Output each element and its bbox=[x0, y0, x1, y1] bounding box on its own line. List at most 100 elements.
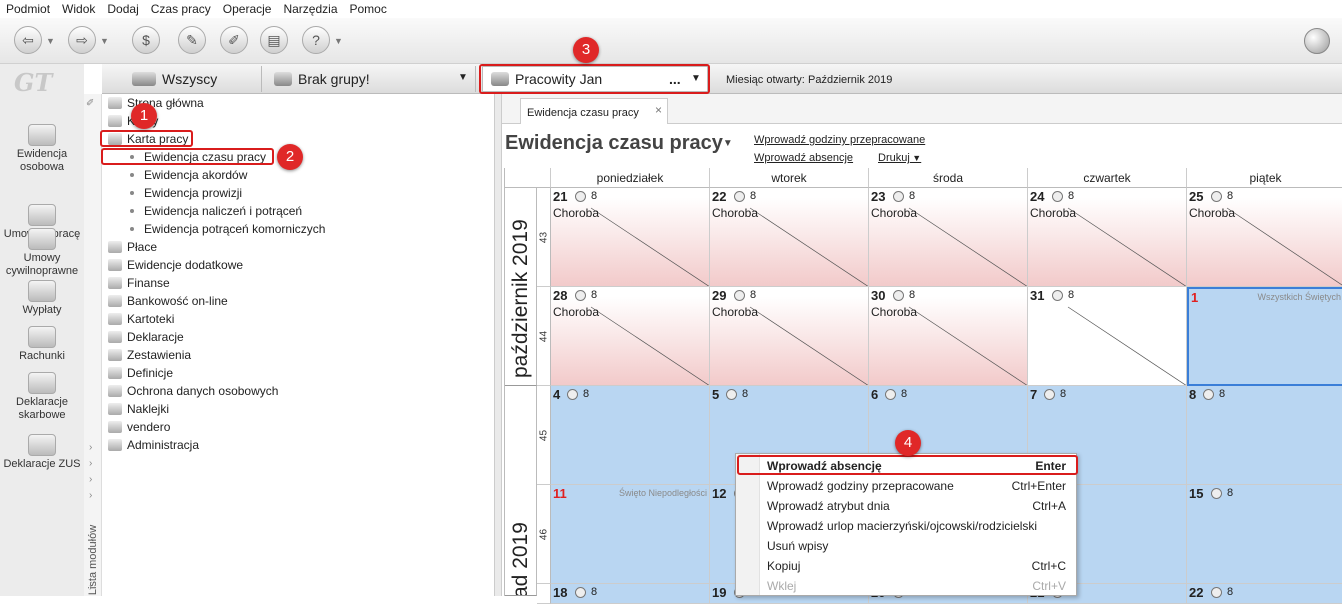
context-menu-item-wprowadz-godziny-przepracowane[interactable]: Wprowadź godziny przepracowane Ctrl+Enter bbox=[737, 476, 1075, 496]
day-cell[interactable]: 31 8 bbox=[1028, 287, 1187, 386]
chevron-down-icon[interactable]: ▼ bbox=[723, 138, 733, 149]
chevron-right-icon[interactable]: › bbox=[89, 458, 92, 469]
chevron-right-icon[interactable]: › bbox=[89, 442, 92, 453]
nav-ewidencja-osobowa[interactable]: Ewidencja osobowa bbox=[0, 124, 84, 174]
all-employees-button[interactable]: Wszyscy bbox=[102, 66, 262, 92]
civil-contract-icon bbox=[28, 228, 56, 250]
day-cell[interactable]: 88 bbox=[1187, 386, 1342, 485]
nav-rachunki[interactable]: Rachunki bbox=[0, 326, 84, 363]
menu-item-label: Usuń wpisy bbox=[767, 539, 829, 553]
tree-item-kartoteki[interactable]: Kartoteki bbox=[102, 310, 174, 328]
close-icon[interactable]: × bbox=[655, 103, 662, 117]
absence-label: Choroba bbox=[871, 305, 918, 319]
absence-label: Choroba bbox=[871, 206, 918, 220]
day-cell[interactable]: 28 8 Choroba bbox=[551, 287, 710, 386]
module-list-strip[interactable]: Lista modułów › › › › › bbox=[84, 94, 102, 596]
day-cell[interactable]: 15 8 bbox=[1187, 485, 1342, 584]
day-cell[interactable]: 1 Wszystkich Świętych bbox=[1187, 287, 1342, 386]
absence-label: Choroba bbox=[553, 206, 600, 220]
globe-icon[interactable] bbox=[1304, 28, 1330, 54]
day-number: 1 bbox=[1191, 290, 1199, 305]
menu-pomoc[interactable]: Pomoc bbox=[344, 2, 393, 16]
enter-overtime-link[interactable]: Wprowadź godziny przepracowane bbox=[754, 134, 925, 146]
tree-item-place[interactable]: Płace bbox=[102, 238, 157, 256]
day-cell[interactable]: 23 8 Choroba bbox=[869, 188, 1028, 287]
pin-icon[interactable]: ✐ bbox=[86, 98, 94, 109]
chevron-right-icon[interactable]: › bbox=[89, 474, 92, 485]
tree-item-vendero[interactable]: vendero bbox=[102, 418, 170, 436]
tools-icon[interactable]: ✎ bbox=[178, 26, 206, 54]
day-cell[interactable]: 21 8 Choroba bbox=[551, 188, 710, 287]
tree-item-finanse[interactable]: Finanse bbox=[102, 274, 170, 292]
tree-item-administracja[interactable]: Administracja bbox=[102, 436, 199, 454]
diagonal-strike bbox=[908, 306, 1027, 385]
context-menu-item-usun-wpisy[interactable]: Usuń wpisy bbox=[737, 536, 1075, 556]
context-menu-item-kopiuj[interactable]: Kopiuj Ctrl+C bbox=[737, 556, 1075, 576]
diagonal-strike bbox=[1067, 207, 1186, 286]
hours-value: 8 bbox=[742, 388, 749, 400]
bullet-icon bbox=[130, 209, 134, 213]
chevron-right-icon[interactable]: › bbox=[89, 490, 92, 501]
forward-dropdown-icon[interactable]: ▼ bbox=[100, 36, 109, 46]
week-number: 46 bbox=[537, 485, 551, 584]
panel-splitter[interactable] bbox=[494, 94, 502, 596]
tree-item-ewidencja-prowizji[interactable]: Ewidencja prowizji bbox=[102, 184, 242, 202]
nav-wyplaty[interactable]: Wypłaty bbox=[0, 280, 84, 317]
day-cell[interactable]: 25 8 Choroba bbox=[1187, 188, 1342, 287]
menu-podmiot[interactable]: Podmiot bbox=[0, 2, 56, 16]
help-icon[interactable]: ? bbox=[302, 26, 330, 54]
menu-widok[interactable]: Widok bbox=[56, 2, 101, 16]
menu-item-label: Kopiuj bbox=[767, 559, 801, 573]
day-cell[interactable]: 30 8 Choroba bbox=[869, 287, 1028, 386]
chevron-down-icon: ▼ bbox=[909, 153, 922, 163]
menu-dodaj[interactable]: Dodaj bbox=[101, 2, 144, 16]
tree-item-ochrona-danych-osobowych[interactable]: Ochrona danych osobowych bbox=[102, 382, 278, 400]
nav-deklaracje-zus[interactable]: Deklaracje ZUS bbox=[0, 434, 84, 471]
help-dropdown-icon[interactable]: ▼ bbox=[334, 36, 343, 46]
print-icon[interactable]: ▤ bbox=[260, 26, 288, 54]
tree-item-bankowosc-on-line[interactable]: Bankowość on-line bbox=[102, 292, 228, 310]
tree-item-ewidencje-dodatkowe[interactable]: Ewidencje dodatkowe bbox=[102, 256, 243, 274]
tree-item-ewidencja-naliczen-i-potracen[interactable]: Ewidencja naliczeń i potrąceń bbox=[102, 202, 302, 220]
print-link[interactable]: Drukuj ▼ bbox=[878, 152, 921, 164]
kadry-icon bbox=[108, 115, 122, 127]
nav-umowy-cywilnoprawne[interactable]: Umowy cywilnoprawne bbox=[0, 228, 84, 278]
day-cell[interactable]: 48 bbox=[551, 386, 710, 485]
nav-deklaracje-skarbowe[interactable]: Deklaracje skarbowe bbox=[0, 372, 84, 422]
menu-operacje[interactable]: Operacje bbox=[217, 2, 278, 16]
tab-bar: Ewidencja czasu pracy × bbox=[502, 94, 1342, 124]
tree-item-ewidencja-potracen-komorniczych[interactable]: Ewidencja potrąceń komorniczych bbox=[102, 220, 325, 238]
tree-item-ewidencja-akordow[interactable]: Ewidencja akordów bbox=[102, 166, 247, 184]
forward-icon[interactable]: ⇨ bbox=[68, 26, 96, 54]
tree-item-zestawienia[interactable]: Zestawienia bbox=[102, 346, 191, 364]
strike-line bbox=[590, 306, 709, 385]
group-select[interactable]: Brak grupy! ▼ bbox=[266, 66, 476, 92]
chevron-down-icon[interactable]: ▼ bbox=[458, 72, 468, 83]
day-cell[interactable]: 18 8 bbox=[551, 584, 710, 604]
page-title[interactable]: Ewidencja czasu pracy▼ bbox=[505, 132, 733, 155]
day-cell[interactable]: 22 8 Choroba bbox=[710, 188, 869, 287]
highlight-ewidencja-czasu-pracy bbox=[101, 148, 274, 165]
context-menu-item-wprowadz-urlop-macierzynski-ojcowski-rodzicielski[interactable]: Wprowadź urlop macierzyński/ojcowski/rod… bbox=[737, 516, 1075, 536]
day-number: 15 bbox=[1189, 486, 1204, 501]
tree-item-naklejki[interactable]: Naklejki bbox=[102, 400, 169, 418]
edit-icon[interactable]: ✐ bbox=[220, 26, 248, 54]
cash-icon[interactable]: $ bbox=[132, 26, 160, 54]
enter-absence-link[interactable]: Wprowadź absencje bbox=[754, 152, 853, 164]
day-cell[interactable]: 22 8 bbox=[1187, 584, 1342, 604]
strike-line bbox=[749, 207, 868, 286]
menu-narzedzia[interactable]: Narzędzia bbox=[277, 2, 343, 16]
tree-item-definicje[interactable]: Definicje bbox=[102, 364, 173, 382]
context-menu-item-wprowadz-atrybut-dnia[interactable]: Wprowadź atrybut dnia Ctrl+A bbox=[737, 496, 1075, 516]
day-cell[interactable]: 11 Święto Niepodległości bbox=[551, 485, 710, 584]
tab-ewidencja-czasu-pracy[interactable]: Ewidencja czasu pracy × bbox=[520, 98, 668, 124]
day-cell[interactable]: 24 8 Choroba bbox=[1028, 188, 1187, 287]
holiday-label: Wszystkich Świętych bbox=[1257, 292, 1341, 302]
tree-item-deklaracje[interactable]: Deklaracje bbox=[102, 328, 184, 346]
chevron-right-icon[interactable]: › bbox=[89, 582, 92, 593]
diagonal-strike bbox=[590, 207, 709, 286]
menu-czas-pracy[interactable]: Czas pracy bbox=[145, 2, 217, 16]
day-cell[interactable]: 29 8 Choroba bbox=[710, 287, 869, 386]
back-dropdown-icon[interactable]: ▼ bbox=[46, 36, 55, 46]
back-icon[interactable]: ⇦ bbox=[14, 26, 42, 54]
